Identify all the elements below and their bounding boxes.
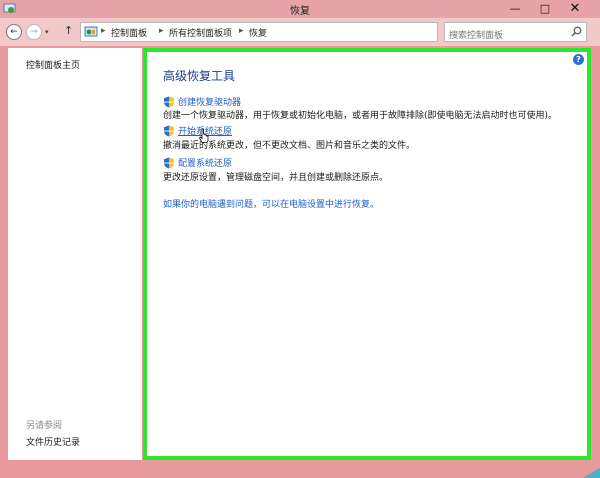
configure-system-restore-link[interactable]: 配置系统还原 xyxy=(178,156,232,169)
close-button[interactable]: ✕ xyxy=(561,1,589,17)
help-icon[interactable]: ? xyxy=(573,54,584,65)
breadcrumb-recovery[interactable]: 恢复 xyxy=(249,26,267,39)
main-content: ? 高级恢复工具 创建恢复驱动器 创建一个恢复驱动器，用于恢复或初始化电脑，或者… xyxy=(143,48,600,478)
maximize-button[interactable]: □ xyxy=(531,1,559,17)
page-title: 高级恢复工具 xyxy=(163,69,236,83)
control-panel-icon xyxy=(84,26,98,37)
navigation-bar: ← → ▾ ↑ ▸ 控制面板 ▸ 所有控制面板项 ▸ 恢复 ▾ ↻ xyxy=(0,18,600,46)
uac-shield-icon xyxy=(164,157,174,169)
title-bar: 恢复 — □ ✕ xyxy=(0,0,600,18)
forward-button[interactable]: → xyxy=(26,24,42,40)
breadcrumb-all-items[interactable]: 所有控制面板项 xyxy=(169,26,232,39)
file-history-link[interactable]: 文件历史记录 xyxy=(26,435,80,448)
breadcrumb-separator: ▸ xyxy=(159,26,164,36)
search-icon[interactable] xyxy=(571,26,582,37)
create-recovery-drive-desc: 创建一个恢复驱动器，用于恢复或初始化电脑，或者用于故障排除(即使电脑无法启动时也… xyxy=(163,111,558,121)
hand-cursor-icon xyxy=(199,128,209,143)
uac-shield-icon xyxy=(164,96,174,108)
corner-decoration xyxy=(583,466,600,478)
breadcrumb-separator: ▸ xyxy=(101,26,106,36)
pc-settings-recovery-link[interactable]: 如果你的电脑遇到问题，可以在电脑设置中进行恢复。 xyxy=(163,197,379,210)
back-button[interactable]: ← xyxy=(6,24,22,40)
search-input[interactable] xyxy=(445,27,571,45)
sidebar: 控制面板主页 另请参阅 文件历史记录 xyxy=(8,48,142,460)
window: 恢复 — □ ✕ ← → ▾ ↑ ▸ 控制面板 ▸ 所有控制面板项 ▸ 恢复 ▾… xyxy=(0,0,600,478)
breadcrumb-separator: ▸ xyxy=(239,26,244,36)
configure-system-restore-desc: 更改还原设置，管理磁盘空间，并且创建或删除还原点。 xyxy=(163,173,389,183)
control-panel-home-link[interactable]: 控制面板主页 xyxy=(26,58,80,71)
breadcrumb-control-panel[interactable]: 控制面板 xyxy=(111,26,147,39)
recent-locations-dropdown[interactable]: ▾ xyxy=(45,28,49,36)
create-recovery-drive-link[interactable]: 创建恢复驱动器 xyxy=(178,95,241,108)
up-button[interactable]: ↑ xyxy=(64,24,73,37)
address-bar[interactable]: ▸ 控制面板 ▸ 所有控制面板项 ▸ 恢复 ▾ ↻ xyxy=(80,22,514,42)
search-box[interactable] xyxy=(444,22,587,45)
minimize-button[interactable]: — xyxy=(501,1,529,17)
see-also-label: 另请参阅 xyxy=(26,421,63,431)
uac-shield-icon xyxy=(164,125,174,137)
